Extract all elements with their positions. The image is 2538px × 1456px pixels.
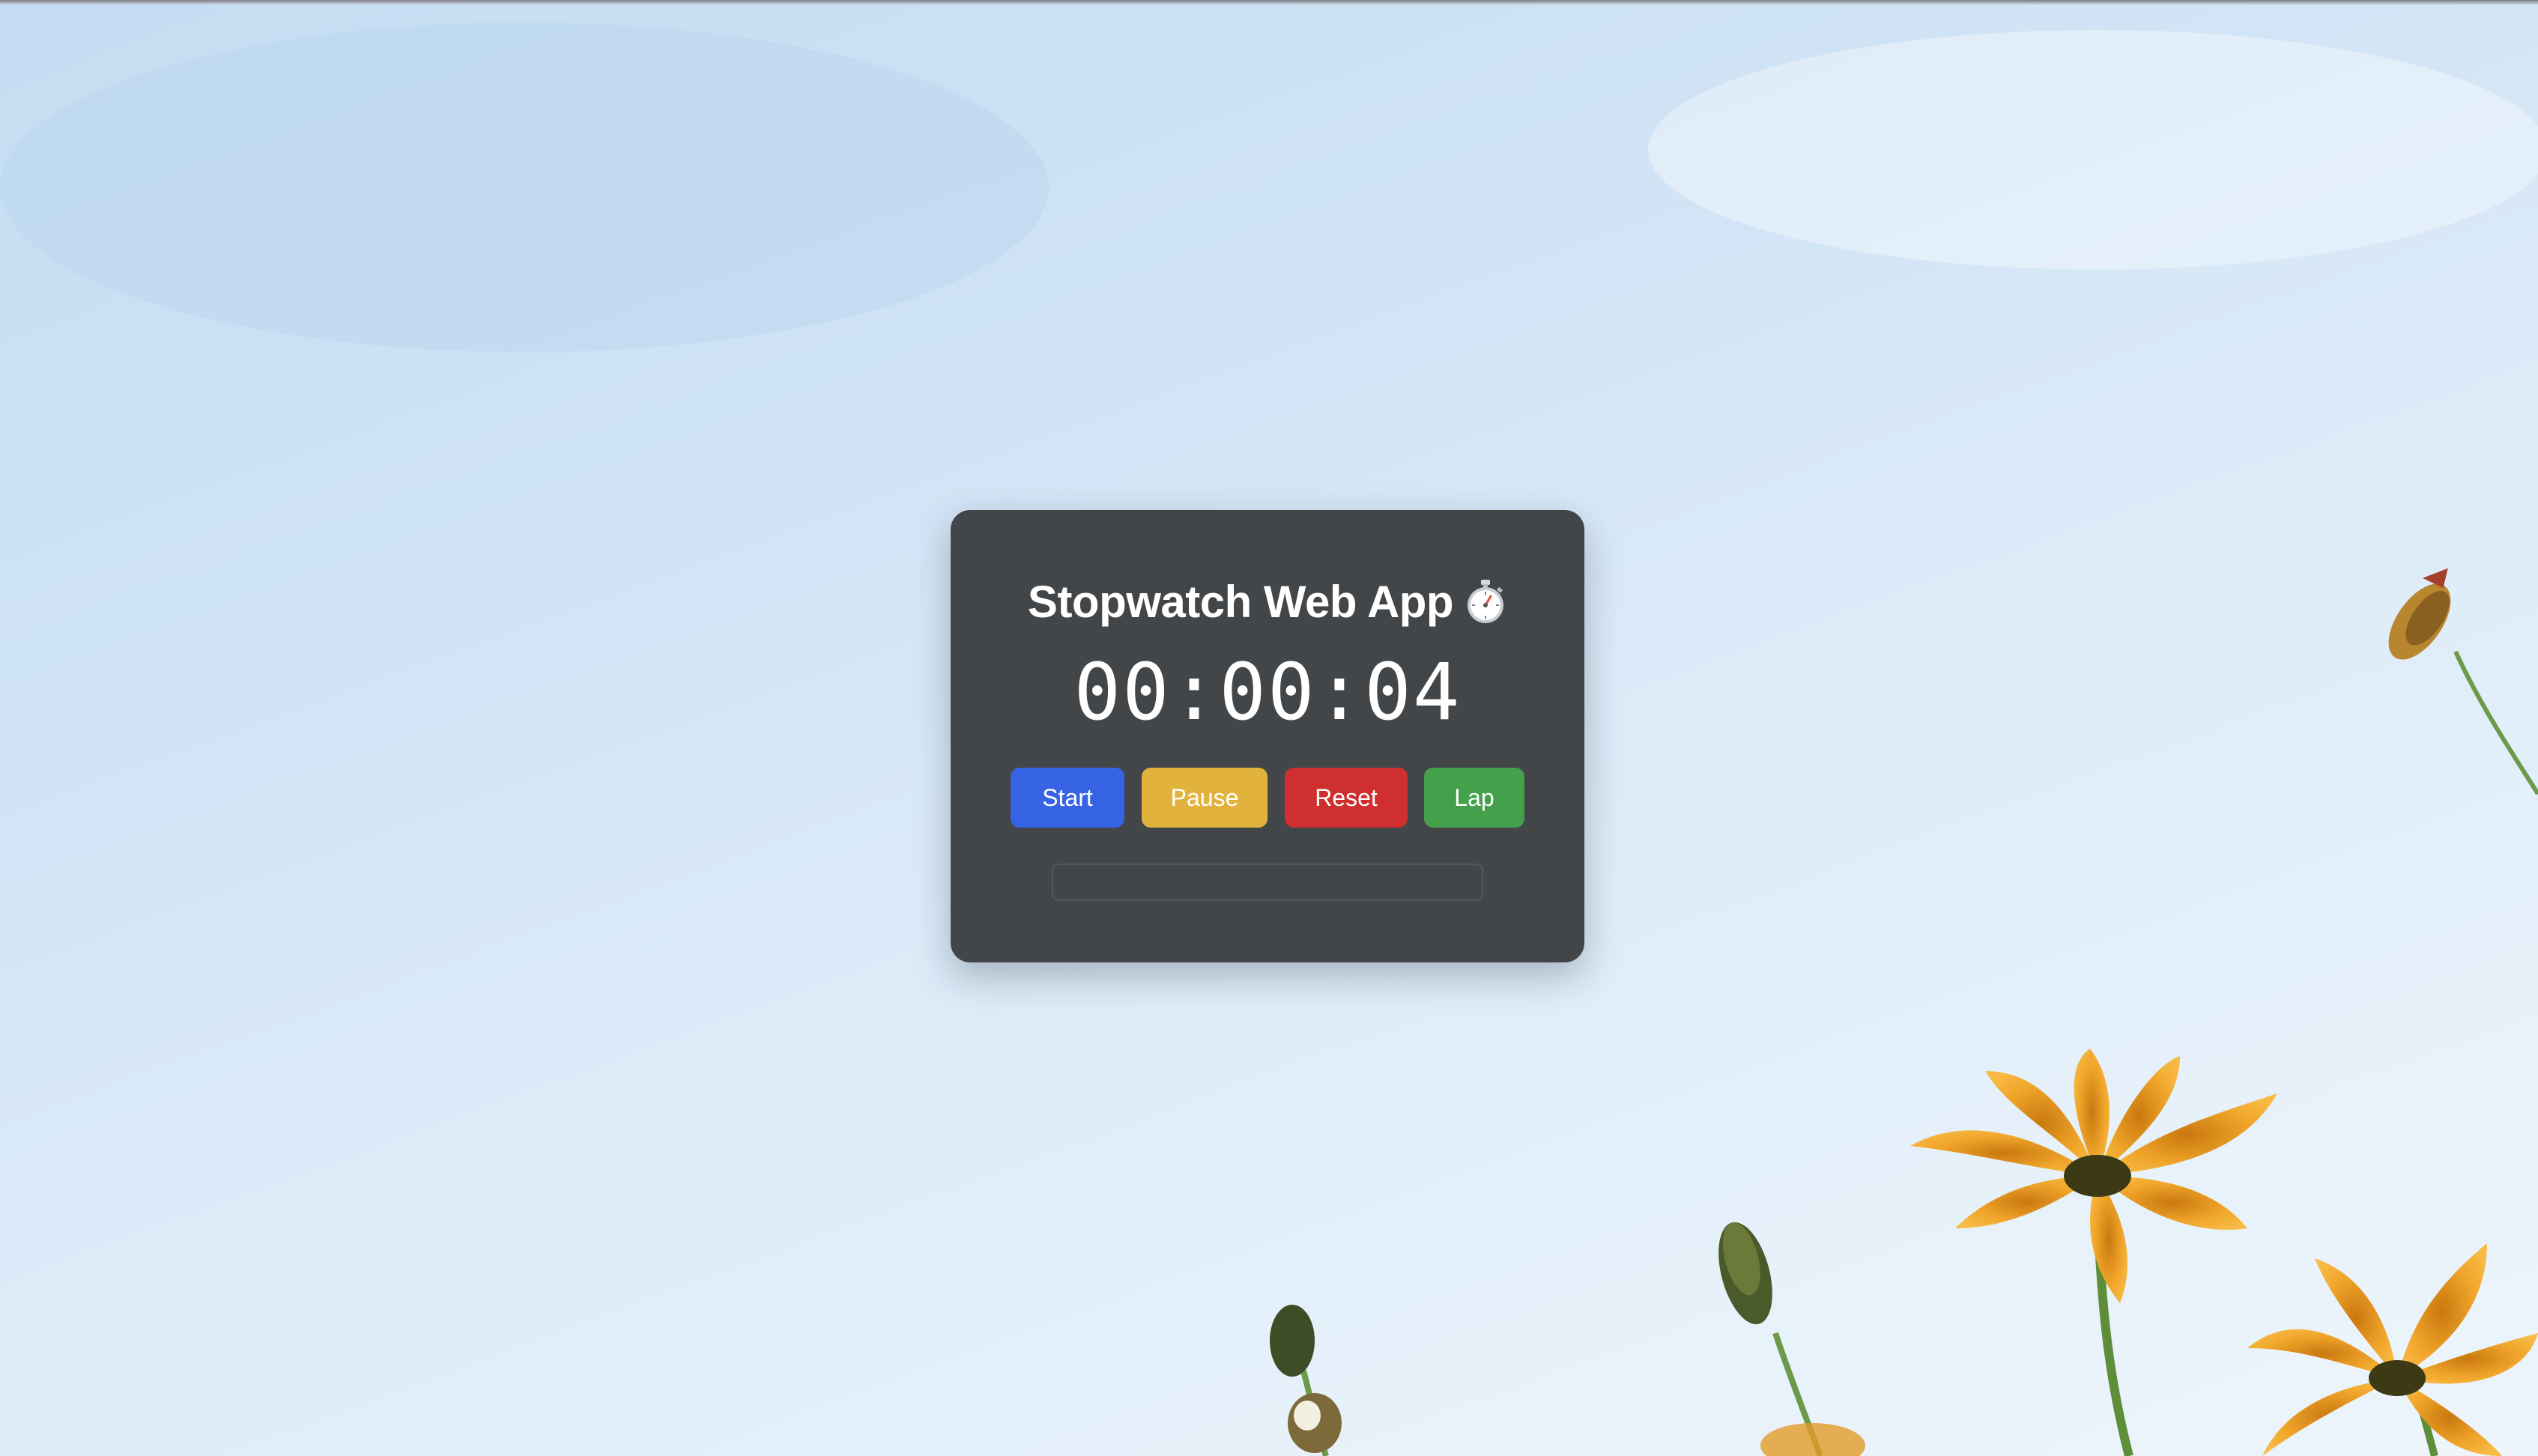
- control-buttons: Start Pause Reset Lap: [951, 768, 1584, 828]
- pause-button[interactable]: Pause: [1142, 768, 1268, 828]
- time-display: 00:00:04: [1073, 646, 1462, 738]
- reset-button[interactable]: Reset: [1285, 768, 1408, 828]
- start-button[interactable]: Start: [1011, 768, 1124, 828]
- lap-button[interactable]: Lap: [1424, 768, 1524, 828]
- app-title: Stopwatch Web App: [1027, 576, 1454, 627]
- title-row: Stopwatch Web App: [951, 571, 1584, 631]
- stopwatch-card: Stopwatch Web App 00:00:04 Start Pause R…: [951, 510, 1584, 962]
- stopwatch-icon: [1464, 578, 1507, 625]
- laps-list: [1052, 864, 1483, 901]
